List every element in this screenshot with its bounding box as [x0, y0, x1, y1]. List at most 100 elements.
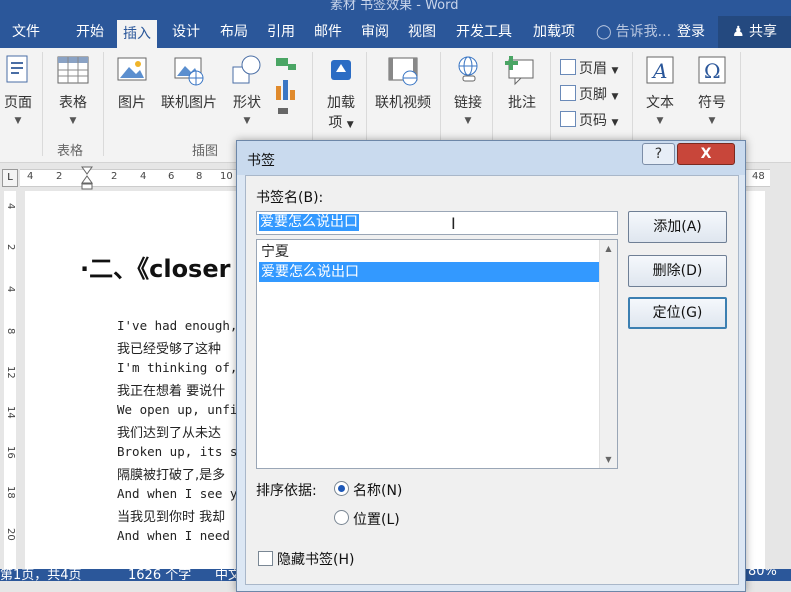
lyric-line: 我正在想着 要说什 [117, 384, 226, 399]
lyric-line: I've had enough, [117, 318, 238, 333]
bookmark-list-item-selected[interactable]: 爱要怎么说出口 [259, 262, 599, 282]
svg-text:Ω: Ω [704, 59, 721, 83]
lightbulb-icon: ◯ [596, 24, 612, 40]
sort-by-name-label[interactable]: 名称(N) [353, 480, 402, 500]
ruler-number: 8 [196, 171, 203, 182]
sort-by-location-radio[interactable] [334, 510, 349, 525]
bookmark-dialog: 书签 ? X 书签名(B): 爱要怎么说出口 I 宁夏 爱要怎么说出口 ▲ ▼ … [236, 140, 746, 592]
ruler-number: 48 [752, 171, 765, 182]
scroll-up-icon[interactable]: ▲ [600, 240, 617, 257]
shapes-icon [230, 54, 264, 86]
shapes-button[interactable]: 形状 ▼ [227, 54, 267, 126]
text-cursor-icon: I [451, 214, 456, 233]
bookmark-list-item[interactable]: 宁夏 [259, 242, 599, 262]
delete-button[interactable]: 删除(D) [628, 255, 727, 287]
addins-button[interactable]: 加载项 ▼ [320, 54, 362, 132]
indent-marker-icon[interactable] [80, 165, 94, 191]
ruler-number: 18 [5, 486, 16, 499]
ruler-number: 2 [56, 171, 63, 182]
footer-button[interactable]: 页脚 ▼ [560, 84, 618, 104]
ruler-number: 12 [5, 366, 16, 379]
link-icon [451, 54, 485, 86]
goto-button[interactable]: 定位(G) [628, 297, 727, 329]
sort-by-label: 排序依据: [256, 483, 317, 499]
document-heading: ·二、《closer [80, 255, 231, 283]
online-video-button[interactable]: 联机视频 [372, 54, 434, 112]
close-button[interactable]: X [677, 143, 735, 165]
footer-icon [560, 85, 576, 101]
page-number-icon [560, 111, 576, 127]
text-button[interactable]: A 文本 ▼ [640, 54, 680, 126]
ribbon-tab-bar: 文件 开始 插入 设计 布局 引用 邮件 审阅 视图 开发工具 加载项 ◯ 告诉我… [0, 16, 791, 48]
tab-insert[interactable]: 插入 [117, 20, 157, 48]
link-button[interactable]: 链接 ▼ [448, 54, 488, 126]
symbol-button[interactable]: Ω 符号 ▼ [692, 54, 732, 126]
lyric-line: Broken up, its se [117, 444, 245, 459]
smartart-chart-buttons[interactable] [272, 56, 300, 120]
dialog-title-bar[interactable]: 书签 ? X [237, 141, 745, 175]
status-word-count[interactable]: 1626 个字 [128, 569, 191, 581]
sort-by-name-radio[interactable] [334, 481, 349, 496]
ruler-number: 14 [5, 406, 16, 419]
page-number-button[interactable]: 页码 ▼ [560, 110, 618, 130]
list-scrollbar[interactable]: ▲ ▼ [599, 240, 617, 468]
bookmark-name-value: 爱要怎么说出口 [259, 214, 359, 231]
table-button[interactable]: 表格 ▼ [52, 54, 94, 126]
header-icon [560, 59, 576, 75]
hidden-bookmarks-checkbox[interactable] [258, 551, 273, 566]
person-add-icon: ♟ [731, 24, 745, 40]
help-button[interactable]: ? [642, 143, 675, 165]
bookmark-list[interactable]: 宁夏 爱要怎么说出口 ▲ ▼ [256, 239, 618, 469]
bookmark-name-input[interactable]: 爱要怎么说出口 I [256, 211, 618, 235]
chevron-down-icon: ▼ [69, 116, 77, 126]
tab-mailings[interactable]: 邮件 [308, 16, 348, 48]
header-button[interactable]: 页眉 ▼ [560, 58, 618, 78]
chevron-down-icon: ▼ [464, 116, 472, 126]
tab-design[interactable]: 设计 [166, 16, 206, 48]
table-icon [56, 54, 90, 86]
tab-layout[interactable]: 布局 [214, 16, 254, 48]
title-bar: 素材 书签效果 - Word [0, 0, 791, 16]
omega-icon: Ω [695, 54, 729, 86]
lyric-line: 我已经受够了这种 [117, 342, 222, 357]
tab-addins[interactable]: 加载项 [527, 16, 581, 48]
tell-me-box[interactable]: ◯ 告诉我... [596, 16, 671, 48]
hidden-bookmarks-label[interactable]: 隐藏书签(H) [277, 549, 354, 569]
ruler-number: 16 [5, 446, 16, 459]
status-page-count[interactable]: 第1页，共4页 [0, 569, 82, 581]
add-button[interactable]: 添加(A) [628, 211, 727, 243]
ruler-number: 20 [5, 528, 16, 541]
tab-view[interactable]: 视图 [402, 16, 442, 48]
vertical-ruler[interactable]: 4 2 4 8 12 14 16 18 20 [0, 191, 20, 569]
online-picture-icon [172, 54, 206, 86]
lyric-line: We open up, unfin [117, 402, 245, 417]
picture-button[interactable]: 图片 [112, 54, 152, 112]
chevron-down-icon: ▼ [611, 92, 619, 102]
divider [42, 52, 43, 156]
comment-button[interactable]: 批注 [500, 54, 544, 112]
chevron-down-icon: ▼ [243, 116, 251, 126]
ruler-number: 10 [220, 171, 233, 182]
tab-file[interactable]: 文件 [6, 16, 46, 48]
status-zoom[interactable]: 80% [748, 569, 777, 579]
divider [103, 52, 104, 156]
tab-references[interactable]: 引用 [261, 16, 301, 48]
lyric-line: 我们达到了从未达 [117, 426, 222, 441]
tab-review[interactable]: 审阅 [355, 16, 395, 48]
pages-button[interactable]: 页面 ▼ [0, 54, 36, 126]
chevron-down-icon: ▼ [656, 116, 664, 126]
ruler-number: 4 [27, 171, 34, 182]
scroll-down-icon[interactable]: ▼ [600, 451, 617, 468]
sort-by-location-label[interactable]: 位置(L) [353, 509, 400, 529]
group-label-table: 表格 [57, 144, 84, 159]
share-button[interactable]: ♟ 共享 [718, 16, 791, 48]
tab-developer[interactable]: 开发工具 [450, 16, 518, 48]
tab-selector[interactable]: L [2, 169, 18, 187]
tab-home[interactable]: 开始 [70, 16, 110, 48]
text-icon: A [643, 54, 677, 86]
online-picture-button[interactable]: 联机图片 [158, 54, 220, 112]
svg-text:A: A [651, 59, 667, 83]
close-icon: X [700, 146, 712, 162]
lyric-line: 当我见到你时 我却 [117, 510, 226, 525]
login-button[interactable]: 登录 [677, 16, 705, 48]
